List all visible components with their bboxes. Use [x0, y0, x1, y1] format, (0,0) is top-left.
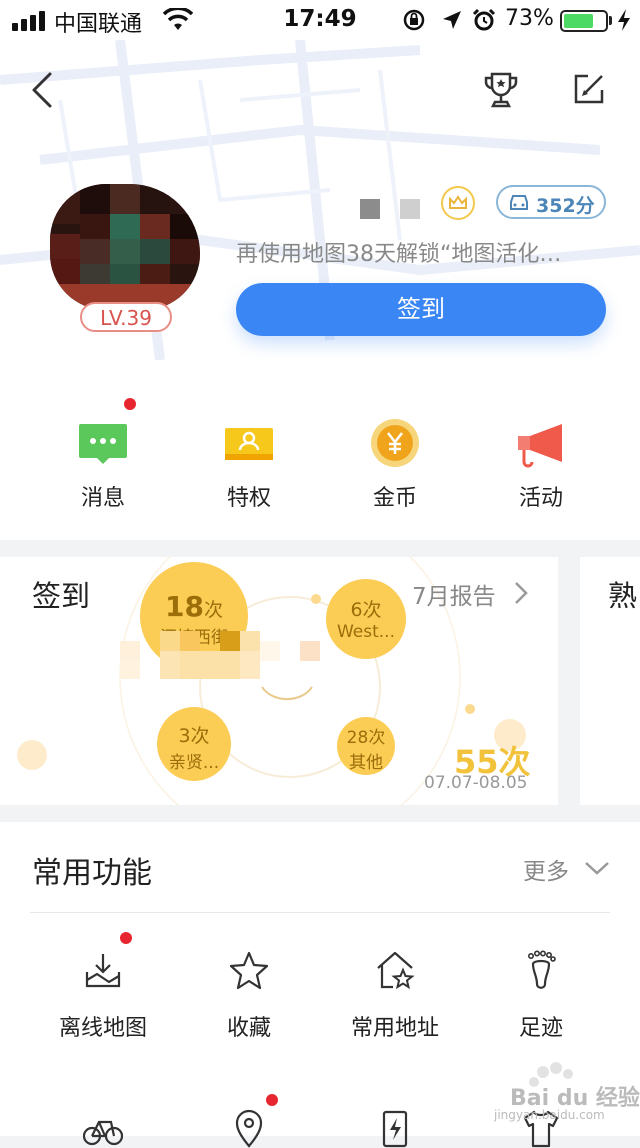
- message-icon: [79, 424, 127, 464]
- checkin-date-range: 07.07-08.05: [424, 773, 528, 793]
- privilege-icon: [225, 428, 273, 460]
- function-label: 收藏: [226, 1016, 271, 1041]
- more-button[interactable]: 更多: [523, 852, 569, 886]
- monthly-report-link[interactable]: 7月报告: [412, 577, 496, 611]
- points-value: 352分: [536, 195, 595, 217]
- edit-icon[interactable]: [570, 70, 608, 108]
- next-card-title: 熟: [608, 579, 638, 613]
- battery-percent: 73%: [505, 6, 554, 31]
- place-name-mosaic: [120, 631, 320, 679]
- checkin-bubble[interactable]: 3次 亲贤...: [157, 707, 231, 781]
- new-dot: [120, 932, 132, 944]
- function-favorites[interactable]: 收藏: [176, 942, 322, 1052]
- status-bar: 中国联通 17:49 73%: [0, 0, 640, 40]
- bubble-unit: 次: [368, 728, 386, 748]
- footprint-icon: [528, 950, 556, 989]
- charging-icon: [618, 9, 630, 31]
- quick-entry-label: 消息: [80, 486, 125, 511]
- chevron-down-icon[interactable]: [584, 860, 610, 876]
- vip-crown-icon[interactable]: [441, 186, 475, 220]
- megaphone-icon: [518, 424, 562, 468]
- battery-icon: [560, 10, 608, 32]
- quick-entry-label: 活动: [518, 486, 563, 511]
- avatar-mosaic: [50, 184, 200, 310]
- points-badge[interactable]: 352分: [496, 185, 606, 219]
- function-label: 离线地图: [58, 1016, 147, 1041]
- quick-entry-activity[interactable]: 活动: [468, 410, 614, 520]
- new-dot: [266, 1094, 278, 1106]
- star-icon: [229, 951, 269, 990]
- bubble-count: 28: [346, 728, 369, 748]
- section-title: 常用功能: [32, 856, 152, 891]
- alarm-icon: [472, 8, 496, 31]
- function-label: 足迹: [518, 1016, 563, 1041]
- bicycle-icon: [83, 1120, 123, 1146]
- profile-header: 中国联通 17:49 73% LV.39 352分 再使用地图38天解锁“地图活…: [0, 0, 640, 540]
- function-charging[interactable]: [322, 1104, 468, 1148]
- function-offline-map[interactable]: 离线地图: [30, 932, 176, 1052]
- bubble-place: 亲贤...: [168, 753, 220, 773]
- quick-entry-messages[interactable]: 消息: [30, 398, 176, 520]
- function-footprint[interactable]: 足迹: [468, 942, 614, 1052]
- quick-entry-gold-coin[interactable]: 金币: [322, 410, 468, 520]
- quick-entry-privilege[interactable]: 特权: [176, 410, 322, 520]
- bubble-count: 18: [165, 590, 204, 623]
- checkin-button[interactable]: 签到: [236, 283, 606, 336]
- function-common-address[interactable]: 常用地址: [322, 942, 468, 1052]
- chevron-right-icon[interactable]: [512, 580, 530, 606]
- back-icon[interactable]: [26, 70, 60, 110]
- level-badge: LV.39: [80, 302, 172, 332]
- home-star-icon: [377, 951, 415, 990]
- unlock-progress-text: 再使用地图38天解锁“地图活化…: [236, 242, 562, 267]
- checkin-card-title: 签到: [32, 579, 91, 613]
- gold-coin-icon: [371, 419, 419, 467]
- divider: [30, 912, 610, 913]
- location-icon: [443, 11, 461, 29]
- quick-entry-label: 特权: [226, 486, 271, 511]
- avatar[interactable]: [50, 184, 200, 310]
- username-mosaic: [360, 199, 420, 219]
- function-location[interactable]: [176, 1094, 322, 1148]
- battery-cap: [609, 16, 612, 25]
- offline-map-icon: [85, 954, 121, 988]
- bubble-unit: 次: [190, 725, 210, 747]
- unread-dot: [124, 398, 136, 410]
- checkin-bubble[interactable]: 28次 其他: [337, 717, 395, 775]
- charging-station-icon: [382, 1110, 408, 1148]
- bubble-unit: 次: [362, 599, 382, 621]
- quick-entry-label: 金币: [372, 486, 417, 511]
- car-icon: [510, 195, 528, 210]
- checkin-bubble[interactable]: 6次 West...: [326, 579, 406, 659]
- function-bicycle[interactable]: [30, 1104, 176, 1146]
- bubble-place: West...: [336, 622, 395, 642]
- battery-level-fill: [564, 14, 594, 28]
- next-card-peek[interactable]: 熟: [580, 557, 640, 805]
- location-pin-icon: [235, 1109, 263, 1148]
- rotation-lock-icon: [403, 9, 425, 31]
- bubble-count: 6: [350, 599, 363, 621]
- function-label: 常用地址: [350, 1016, 439, 1041]
- trophy-icon[interactable]: [482, 70, 520, 110]
- watermark-url: jingyan.baidu.com: [494, 1108, 605, 1122]
- checkin-stats-card[interactable]: 签到 7月报告 18次 泗塘西街 6次 West... 3次 亲贤... 28次…: [0, 557, 558, 805]
- bubble-count: 3: [178, 725, 191, 747]
- bubble-unit: 次: [203, 599, 223, 621]
